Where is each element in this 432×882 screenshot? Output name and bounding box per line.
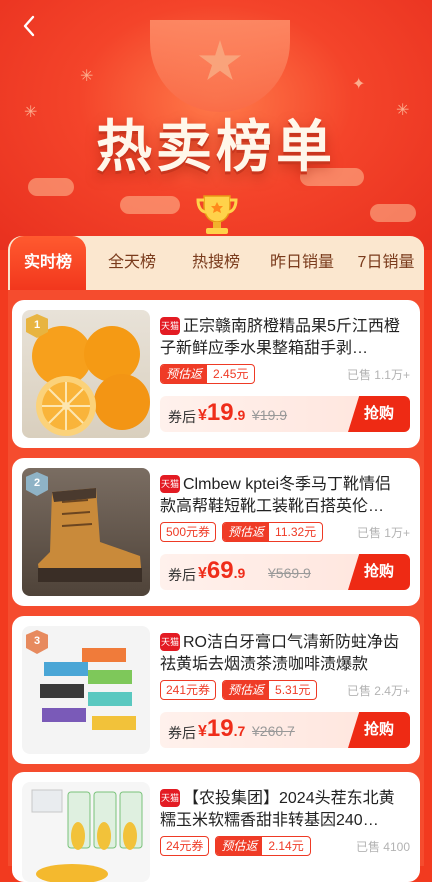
tab-7day-sales[interactable]: 7日销量: [348, 236, 424, 290]
trophy-icon: [196, 195, 238, 234]
product-title-text: 【农投集团】2024头茬东北黄糯玉米软糯香甜非转基因240…: [160, 790, 395, 829]
tmall-icon: 天猫: [160, 633, 180, 651]
cloud-decoration: [370, 204, 416, 222]
price-bar: 券后 ¥19.9 ¥19.9 抢购: [160, 396, 410, 432]
estimate-value: 11.32元: [275, 525, 317, 539]
estimate-rebate-tag: 预估返 5.31元: [222, 680, 318, 700]
product-title-text: RO洁白牙膏口气清新防蛀净齿祛黄垢去烟渍茶渍咖啡渍爆款: [160, 634, 400, 673]
price-decimal: .7: [233, 723, 246, 739]
estimate-value: 2.45元: [213, 367, 249, 381]
final-price: ¥69.9: [198, 557, 245, 585]
product-title[interactable]: 天猫 【农投集团】2024头茬东北黄糯玉米软糯香甜非转基因240…: [160, 788, 406, 832]
product-title[interactable]: 天猫 Clmbew kptei冬季马丁靴情侣款高帮鞋短靴工装靴百搭英伦…: [160, 474, 406, 518]
final-price: ¥19.9: [198, 399, 245, 427]
coupon-tag: 24元券: [160, 836, 210, 856]
original-price: ¥260.7: [252, 723, 295, 739]
ranking-tabs: 实时榜 全天榜 热搜榜 昨日销量 7日销量: [8, 236, 424, 290]
currency-symbol: ¥: [198, 565, 207, 582]
product-image-boots[interactable]: 2: [22, 468, 150, 596]
price-integer: 19: [206, 399, 234, 426]
estimate-label: 预估返: [161, 365, 208, 383]
estimate-rebate-tag: 预估返 11.32元: [222, 522, 324, 542]
sparkle-icon: ✦: [352, 76, 366, 93]
cloud-decoration: [120, 196, 180, 214]
estimate-rebate-tag: 预估返 2.14元: [215, 836, 311, 856]
product-title-text: 正宗赣南脐橙精品果5斤江西橙子新鲜应季水果整箱甜手剥…: [160, 318, 400, 357]
product-card[interactable]: 2 天猫 Clmbew kptei冬季马丁靴情侣款高帮鞋短靴工装靴百搭英伦… 50…: [12, 458, 420, 606]
sparkle-icon: ✳: [80, 68, 94, 85]
sold-count: 已售 1.1万+: [346, 368, 410, 382]
sold-count: 已售 2.4万+: [346, 684, 410, 698]
tmall-icon: 天猫: [160, 317, 180, 335]
estimate-value: 5.31元: [275, 683, 311, 697]
after-coupon-label: 券后: [168, 409, 196, 425]
chevron-left-icon[interactable]: [16, 12, 44, 40]
tab-hot-search[interactable]: 热搜榜: [178, 236, 254, 290]
product-image-toothpaste[interactable]: 3: [22, 626, 150, 754]
price-decimal: .9: [233, 565, 246, 581]
price-bar: 券后 ¥19.7 ¥260.7 抢购: [160, 712, 410, 748]
original-price: ¥569.9: [268, 565, 311, 581]
product-card[interactable]: 3 天猫 RO洁白牙膏口气清新防蛀净齿祛黄垢去烟渍茶渍咖啡渍爆款 241元券 预估返…: [12, 616, 420, 764]
after-coupon-label: 券后: [168, 725, 196, 741]
buy-button[interactable]: 抢购: [348, 396, 410, 432]
corn-image: [31, 789, 143, 882]
estimate-label: 预估返: [216, 837, 263, 855]
estimate-label: 预估返: [223, 523, 270, 541]
sold-count: 已售 1万+: [356, 526, 410, 540]
coupon-tag: 500元券: [160, 522, 217, 542]
currency-symbol: ¥: [198, 407, 207, 424]
product-title[interactable]: 天猫 正宗赣南脐橙精品果5斤江西橙子新鲜应季水果整箱甜手剥…: [160, 316, 406, 360]
estimate-rebate-tag: 预估返 2.45元: [160, 364, 256, 384]
price-integer: 69: [206, 557, 234, 584]
product-image-corn[interactable]: [22, 782, 150, 882]
price-decimal: .9: [233, 407, 246, 423]
currency-symbol: ¥: [198, 723, 207, 740]
estimate-value: 2.14元: [268, 839, 304, 853]
price-bar: 券后 ¥69.9 ¥569.9 抢购: [160, 554, 410, 590]
coupon-tag: 241元券: [160, 680, 217, 700]
final-price: ¥19.7: [198, 715, 245, 743]
tab-yesterday-sales[interactable]: 昨日销量: [262, 236, 342, 290]
estimate-label: 预估返: [223, 681, 270, 699]
sold-count: 已售 4100: [355, 840, 410, 854]
tab-all-day[interactable]: 全天榜: [94, 236, 170, 290]
after-coupon-label: 券后: [168, 567, 196, 583]
product-title[interactable]: 天猫 RO洁白牙膏口气清新防蛀净齿祛黄垢去烟渍茶渍咖啡渍爆款: [160, 632, 406, 676]
tmall-icon: 天猫: [160, 789, 180, 807]
tab-realtime[interactable]: 实时榜: [10, 236, 86, 290]
product-title-text: Clmbew kptei冬季马丁靴情侣款高帮鞋短靴工装靴百搭英伦…: [160, 476, 392, 515]
tmall-icon: 天猫: [160, 475, 180, 493]
product-image-oranges[interactable]: 1: [22, 310, 150, 438]
buy-button[interactable]: 抢购: [348, 554, 410, 590]
product-card[interactable]: 1 天猫 正宗赣南脐橙精品果5斤江西橙子新鲜应季水果整箱甜手剥… 预估返 2.45元…: [12, 300, 420, 448]
hero-banner: ✳ ✳ ✦ ✳ 热卖榜单: [0, 0, 432, 250]
original-price: ¥19.9: [252, 407, 288, 423]
page-title: 热卖榜单: [96, 114, 336, 180]
buy-button[interactable]: 抢购: [348, 712, 410, 748]
price-integer: 19: [206, 715, 234, 742]
